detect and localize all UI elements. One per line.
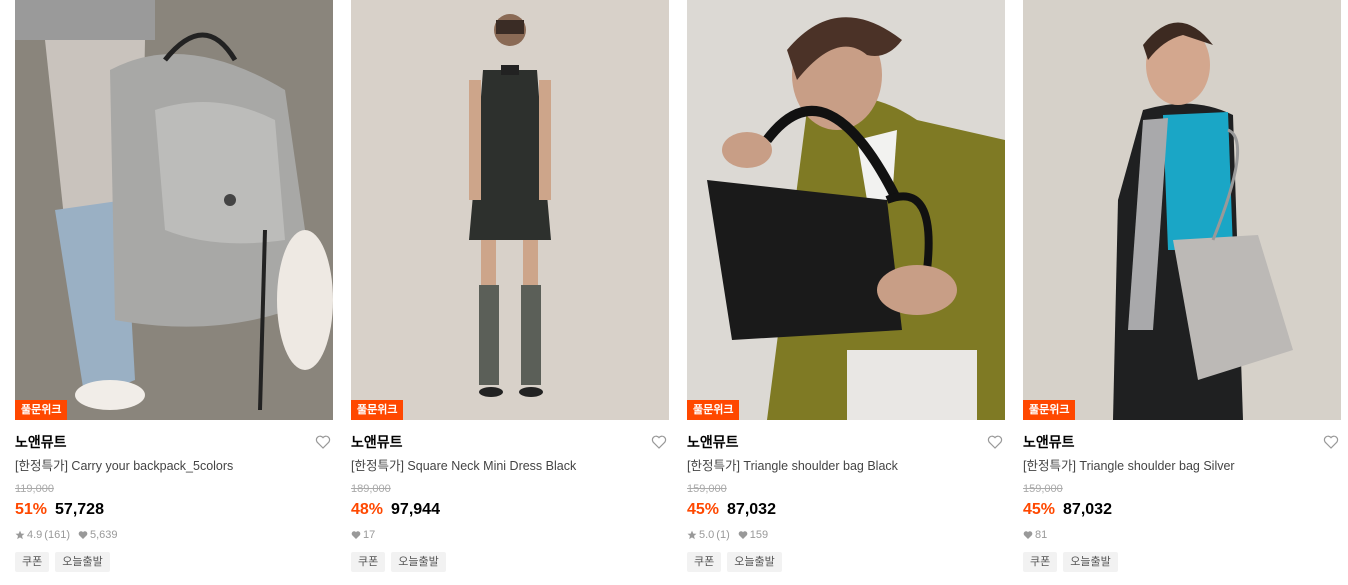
promo-badge: 풀문위크 — [1023, 400, 1076, 420]
tag-same-day: 오늘출발 — [55, 552, 110, 572]
like-count: 5,639 — [89, 529, 118, 541]
promo-badge: 풀문위크 — [351, 400, 404, 420]
original-price: 119,000 — [15, 483, 54, 495]
discount-rate: 45% — [687, 501, 720, 518]
promo-badge: 풀문위크 — [15, 400, 68, 420]
tag-same-day: 오늘출발 — [391, 552, 446, 572]
tag-coupon: 쿠폰 — [351, 552, 386, 572]
heart-filled-icon — [351, 530, 361, 540]
product-name[interactable]: [한정특가] Square Neck Mini Dress Black — [351, 458, 669, 474]
star-icon — [687, 530, 697, 540]
brand-name[interactable]: 노앤뮤트 — [15, 433, 333, 451]
product-card[interactable]: 풀문위크 노앤뮤트 [한정특가] Carry your backpack_5co… — [15, 0, 333, 585]
product-name[interactable]: [한정특가] Triangle shoulder bag Black — [687, 458, 1005, 474]
product-name[interactable]: [한정특가] Carry your backpack_5colors — [15, 458, 333, 474]
product-image[interactable]: 풀문위크 — [687, 0, 1005, 420]
product-name[interactable]: [한정특가] Triangle shoulder bag Silver — [1023, 458, 1341, 474]
discount-rate: 51% — [15, 501, 48, 518]
tag-same-day: 오늘출발 — [1063, 552, 1118, 572]
heart-icon[interactable] — [315, 434, 331, 450]
rating: 5.0 — [699, 529, 715, 541]
heart-icon[interactable] — [987, 434, 1003, 450]
product-image[interactable]: 풀문위크 — [15, 0, 333, 420]
original-price: 189,000 — [351, 483, 391, 495]
product-grid: 풀문위크 노앤뮤트 [한정특가] Carry your backpack_5co… — [0, 0, 1348, 585]
product-card[interactable]: 풀문위크 노앤뮤트 [한정특가] Triangle shoulder bag B… — [687, 0, 1005, 585]
like-count: 17 — [363, 529, 376, 541]
heart-icon[interactable] — [651, 434, 667, 450]
brand-name[interactable]: 노앤뮤트 — [1023, 433, 1341, 451]
sale-price: 87,032 — [1063, 501, 1112, 518]
tag-coupon: 쿠폰 — [687, 552, 722, 572]
star-icon — [15, 530, 25, 540]
sale-price: 57,728 — [55, 501, 104, 518]
product-image[interactable]: 풀문위크 — [1023, 0, 1341, 420]
heart-filled-icon — [78, 530, 88, 540]
heart-icon[interactable] — [1323, 434, 1339, 450]
discount-rate: 48% — [351, 501, 384, 518]
sale-price: 97,944 — [391, 501, 440, 518]
like-count: 81 — [1035, 529, 1048, 541]
tag-coupon: 쿠폰 — [15, 552, 50, 572]
brand-name[interactable]: 노앤뮤트 — [687, 433, 1005, 451]
promo-badge: 풀문위크 — [687, 400, 740, 420]
review-count: (1) — [716, 529, 730, 541]
heart-filled-icon — [1023, 530, 1033, 540]
rating: 4.9 — [27, 529, 43, 541]
original-price: 159,000 — [1023, 483, 1063, 495]
sale-price: 87,032 — [727, 501, 776, 518]
product-image[interactable]: 풀문위크 — [351, 0, 669, 420]
tag-same-day: 오늘출발 — [727, 552, 782, 572]
heart-filled-icon — [738, 530, 748, 540]
product-card[interactable]: 풀문위크 노앤뮤트 [한정특가] Triangle shoulder bag S… — [1023, 0, 1341, 585]
review-count: (161) — [44, 529, 70, 541]
tag-coupon: 쿠폰 — [1023, 552, 1058, 572]
product-card[interactable]: 풀문위크 노앤뮤트 [한정특가] Square Neck Mini Dress … — [351, 0, 669, 585]
like-count: 159 — [749, 529, 769, 541]
original-price: 159,000 — [687, 483, 727, 495]
brand-name[interactable]: 노앤뮤트 — [351, 433, 669, 451]
discount-rate: 45% — [1023, 501, 1056, 518]
